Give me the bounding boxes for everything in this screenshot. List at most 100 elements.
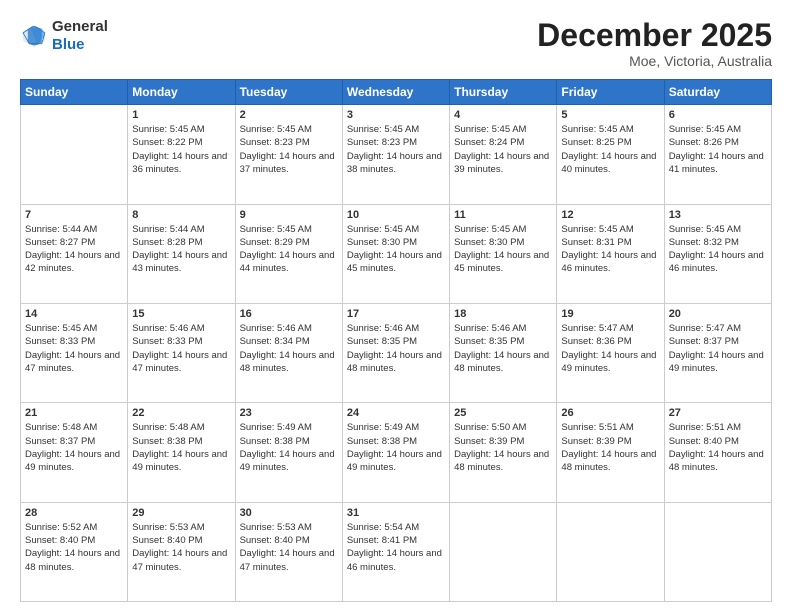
calendar-cell: 13 Sunrise: 5:45 AM Sunset: 8:32 PM Dayl…: [664, 204, 771, 303]
cell-sunrise: Sunrise: 5:53 AM: [132, 522, 204, 533]
logo-icon: [20, 22, 48, 50]
day-number: 5: [561, 109, 659, 121]
cell-sunset: Sunset: 8:29 PM: [240, 237, 310, 248]
cell-daylight: Daylight: 14 hours and 37 minutes.: [240, 151, 335, 175]
calendar-cell: 27 Sunrise: 5:51 AM Sunset: 8:40 PM Dayl…: [664, 403, 771, 502]
calendar-week-row: 7 Sunrise: 5:44 AM Sunset: 8:27 PM Dayli…: [21, 204, 772, 303]
cell-sunset: Sunset: 8:37 PM: [25, 436, 95, 447]
calendar-cell: 19 Sunrise: 5:47 AM Sunset: 8:36 PM Dayl…: [557, 303, 664, 402]
cell-sunset: Sunset: 8:25 PM: [561, 137, 631, 148]
cell-daylight: Daylight: 14 hours and 47 minutes.: [240, 548, 335, 572]
calendar-cell: [664, 502, 771, 601]
cell-daylight: Daylight: 14 hours and 48 minutes.: [454, 350, 549, 374]
day-number: 12: [561, 209, 659, 221]
day-number: 3: [347, 109, 445, 121]
calendar-cell: 7 Sunrise: 5:44 AM Sunset: 8:27 PM Dayli…: [21, 204, 128, 303]
cell-sunset: Sunset: 8:34 PM: [240, 336, 310, 347]
cell-sunset: Sunset: 8:23 PM: [240, 137, 310, 148]
cell-sunset: Sunset: 8:39 PM: [561, 436, 631, 447]
day-number: 25: [454, 407, 552, 419]
calendar-day-header: Sunday: [21, 80, 128, 105]
cell-sunset: Sunset: 8:30 PM: [347, 237, 417, 248]
cell-daylight: Daylight: 14 hours and 42 minutes.: [25, 250, 120, 274]
cell-sunrise: Sunrise: 5:49 AM: [240, 422, 312, 433]
day-number: 14: [25, 308, 123, 320]
page: General Blue December 2025 Moe, Victoria…: [0, 0, 792, 612]
day-number: 26: [561, 407, 659, 419]
cell-sunset: Sunset: 8:31 PM: [561, 237, 631, 248]
cell-sunset: Sunset: 8:35 PM: [454, 336, 524, 347]
cell-sunset: Sunset: 8:36 PM: [561, 336, 631, 347]
cell-daylight: Daylight: 14 hours and 46 minutes.: [561, 250, 656, 274]
title-block: December 2025 Moe, Victoria, Australia: [537, 18, 772, 69]
cell-daylight: Daylight: 14 hours and 48 minutes.: [347, 350, 442, 374]
calendar-day-header: Friday: [557, 80, 664, 105]
calendar-cell: [557, 502, 664, 601]
cell-sunrise: Sunrise: 5:46 AM: [240, 323, 312, 334]
cell-sunrise: Sunrise: 5:45 AM: [25, 323, 97, 334]
cell-sunset: Sunset: 8:32 PM: [669, 237, 739, 248]
cell-sunset: Sunset: 8:38 PM: [132, 436, 202, 447]
cell-sunset: Sunset: 8:30 PM: [454, 237, 524, 248]
header: General Blue December 2025 Moe, Victoria…: [20, 18, 772, 69]
cell-sunset: Sunset: 8:40 PM: [25, 535, 95, 546]
subtitle: Moe, Victoria, Australia: [537, 53, 772, 69]
cell-sunset: Sunset: 8:23 PM: [347, 137, 417, 148]
cell-sunrise: Sunrise: 5:51 AM: [561, 422, 633, 433]
cell-sunrise: Sunrise: 5:46 AM: [347, 323, 419, 334]
cell-sunrise: Sunrise: 5:46 AM: [132, 323, 204, 334]
cell-sunset: Sunset: 8:40 PM: [240, 535, 310, 546]
calendar-cell: 15 Sunrise: 5:46 AM Sunset: 8:33 PM Dayl…: [128, 303, 235, 402]
calendar-cell: 24 Sunrise: 5:49 AM Sunset: 8:38 PM Dayl…: [342, 403, 449, 502]
cell-daylight: Daylight: 14 hours and 49 minutes.: [240, 449, 335, 473]
day-number: 7: [25, 209, 123, 221]
cell-sunrise: Sunrise: 5:45 AM: [669, 224, 741, 235]
calendar-cell: 17 Sunrise: 5:46 AM Sunset: 8:35 PM Dayl…: [342, 303, 449, 402]
cell-sunrise: Sunrise: 5:49 AM: [347, 422, 419, 433]
cell-daylight: Daylight: 14 hours and 46 minutes.: [347, 548, 442, 572]
cell-sunset: Sunset: 8:38 PM: [240, 436, 310, 447]
cell-sunrise: Sunrise: 5:53 AM: [240, 522, 312, 533]
calendar-cell: 26 Sunrise: 5:51 AM Sunset: 8:39 PM Dayl…: [557, 403, 664, 502]
calendar-cell: 14 Sunrise: 5:45 AM Sunset: 8:33 PM Dayl…: [21, 303, 128, 402]
day-number: 15: [132, 308, 230, 320]
cell-daylight: Daylight: 14 hours and 45 minutes.: [347, 250, 442, 274]
cell-daylight: Daylight: 14 hours and 48 minutes.: [454, 449, 549, 473]
cell-sunset: Sunset: 8:37 PM: [669, 336, 739, 347]
cell-daylight: Daylight: 14 hours and 39 minutes.: [454, 151, 549, 175]
calendar-cell: 29 Sunrise: 5:53 AM Sunset: 8:40 PM Dayl…: [128, 502, 235, 601]
calendar-cell: 6 Sunrise: 5:45 AM Sunset: 8:26 PM Dayli…: [664, 105, 771, 204]
calendar-header-row: SundayMondayTuesdayWednesdayThursdayFrid…: [21, 80, 772, 105]
cell-sunset: Sunset: 8:35 PM: [347, 336, 417, 347]
calendar-cell: 16 Sunrise: 5:46 AM Sunset: 8:34 PM Dayl…: [235, 303, 342, 402]
day-number: 28: [25, 507, 123, 519]
day-number: 16: [240, 308, 338, 320]
cell-daylight: Daylight: 14 hours and 36 minutes.: [132, 151, 227, 175]
cell-sunrise: Sunrise: 5:50 AM: [454, 422, 526, 433]
logo-blue: Blue: [52, 36, 108, 54]
cell-daylight: Daylight: 14 hours and 49 minutes.: [132, 449, 227, 473]
day-number: 11: [454, 209, 552, 221]
calendar-cell: 31 Sunrise: 5:54 AM Sunset: 8:41 PM Dayl…: [342, 502, 449, 601]
calendar-cell: 21 Sunrise: 5:48 AM Sunset: 8:37 PM Dayl…: [21, 403, 128, 502]
logo-general: General: [52, 18, 108, 36]
calendar-cell: 28 Sunrise: 5:52 AM Sunset: 8:40 PM Dayl…: [21, 502, 128, 601]
cell-sunset: Sunset: 8:24 PM: [454, 137, 524, 148]
calendar-day-header: Monday: [128, 80, 235, 105]
cell-sunrise: Sunrise: 5:47 AM: [561, 323, 633, 334]
cell-sunrise: Sunrise: 5:45 AM: [454, 224, 526, 235]
cell-sunrise: Sunrise: 5:48 AM: [25, 422, 97, 433]
day-number: 18: [454, 308, 552, 320]
day-number: 21: [25, 407, 123, 419]
cell-sunrise: Sunrise: 5:45 AM: [240, 224, 312, 235]
cell-sunrise: Sunrise: 5:45 AM: [669, 124, 741, 135]
calendar-day-header: Thursday: [450, 80, 557, 105]
cell-daylight: Daylight: 14 hours and 45 minutes.: [454, 250, 549, 274]
day-number: 8: [132, 209, 230, 221]
cell-daylight: Daylight: 14 hours and 40 minutes.: [561, 151, 656, 175]
cell-daylight: Daylight: 14 hours and 48 minutes.: [561, 449, 656, 473]
cell-sunset: Sunset: 8:27 PM: [25, 237, 95, 248]
calendar-week-row: 21 Sunrise: 5:48 AM Sunset: 8:37 PM Dayl…: [21, 403, 772, 502]
cell-sunset: Sunset: 8:33 PM: [25, 336, 95, 347]
cell-sunrise: Sunrise: 5:52 AM: [25, 522, 97, 533]
